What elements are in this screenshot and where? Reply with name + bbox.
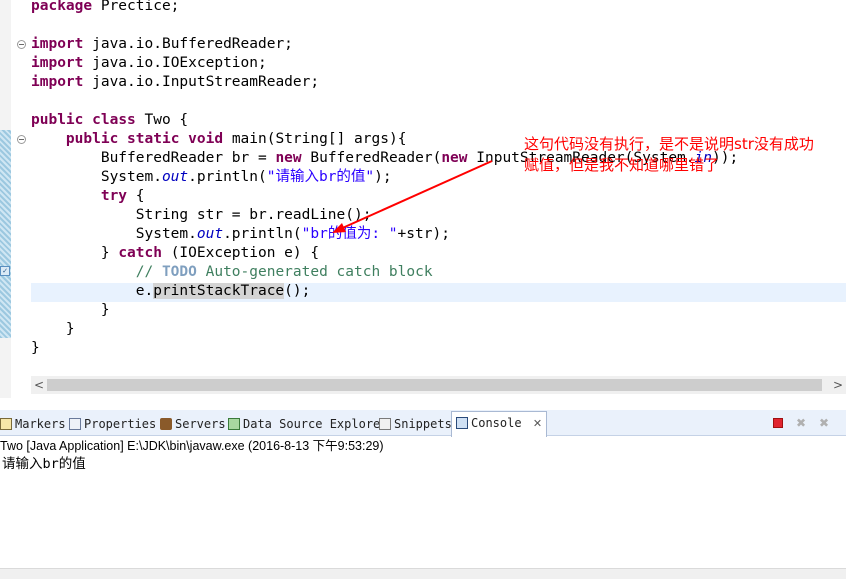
annotation-line: 这句代码没有执行，是不是说明str没有成功 [524, 135, 814, 153]
snippets-icon [379, 418, 391, 430]
tab-label: Servers [175, 417, 226, 431]
close-icon[interactable]: ✕ [533, 417, 542, 430]
tab-markers[interactable]: Markers [0, 413, 66, 435]
tab-label: Snippets [394, 417, 452, 431]
annotation-arrow-icon [332, 160, 493, 233]
tab-label: Markers [15, 417, 66, 431]
console-process-label: Two [Java Application] E:\JDK\bin\javaw.… [0, 439, 384, 453]
annotation-note: 这句代码没有执行，是不是说明str没有成功 赋值，但是我不知道哪里错了 [524, 134, 846, 176]
remove-all-icon[interactable]: ✖ [817, 416, 831, 430]
markers-icon [0, 418, 12, 430]
scrollbar-thumb[interactable] [47, 379, 822, 391]
editor-horizontal-scrollbar[interactable]: < > [31, 376, 846, 394]
tab-console[interactable]: Console ✕ [451, 411, 548, 437]
tab-label: Properties [84, 417, 157, 431]
servers-icon [160, 418, 172, 430]
tab-data-source-explorer[interactable]: Data Source Explorer [228, 413, 388, 435]
tab-snippets[interactable]: Snippets [379, 413, 452, 435]
tab-servers[interactable]: Servers [160, 413, 226, 435]
tab-label: Console [471, 416, 522, 430]
remove-launch-icon[interactable]: ✖ [794, 416, 808, 430]
panel-separator[interactable] [0, 398, 846, 410]
properties-icon [69, 418, 81, 430]
stop-icon[interactable] [771, 416, 785, 430]
console-output[interactable]: 请输入br的值 [2, 455, 86, 473]
console-icon [456, 417, 468, 429]
annotation-line: 赋值，但是我不知道哪里错了 [524, 156, 720, 174]
data-source-icon [228, 418, 240, 430]
tab-properties[interactable]: Properties [69, 413, 156, 435]
code-editor[interactable]: ✓ package Prectice; import java.io.Buffe… [0, 0, 846, 398]
scroll-left-arrow-icon[interactable]: < [31, 376, 47, 394]
console-horizontal-scrollbar[interactable] [0, 568, 846, 579]
bottom-panel-tabbar: Markers Properties Servers Data Source E… [0, 410, 846, 437]
tab-label: Data Source Explorer [243, 417, 388, 431]
scroll-right-arrow-icon[interactable]: > [830, 376, 846, 394]
